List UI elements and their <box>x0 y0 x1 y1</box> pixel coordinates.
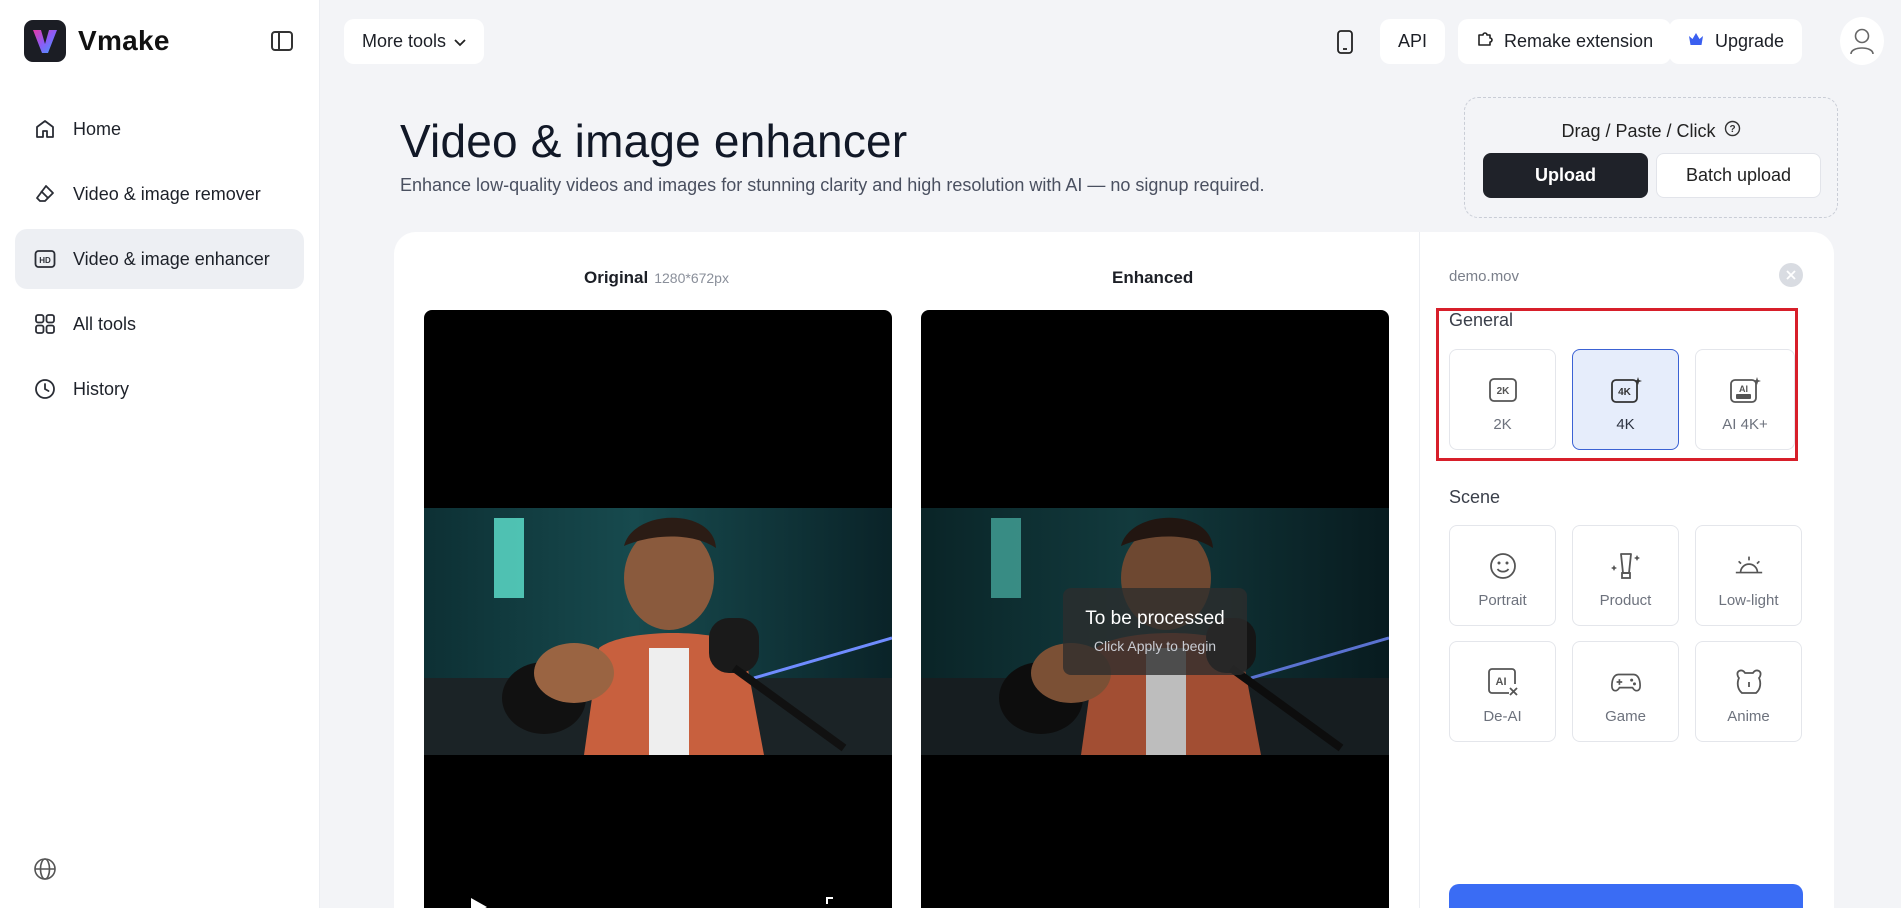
sidebar: Vmake Home Video & image remover HD Vide… <box>0 0 320 908</box>
drag-label-text: Drag / Paste / Click <box>1561 120 1716 141</box>
enhanced-video-preview: To be processed Click Apply to begin <box>921 310 1389 908</box>
svg-text:AI: AI <box>1739 384 1748 394</box>
product-icon <box>1610 550 1642 582</box>
svg-text:?: ? <box>1729 124 1735 135</box>
sidebar-item-label: Home <box>73 118 122 139</box>
scene-anime[interactable]: Anime <box>1695 641 1802 742</box>
de-ai-icon: AI <box>1487 666 1519 698</box>
more-tools-dropdown[interactable]: More tools <box>344 19 485 64</box>
mobile-phone-icon[interactable] <box>1336 29 1360 55</box>
batch-upload-button[interactable]: Batch upload <box>1656 153 1821 198</box>
file-name: demo.mov <box>1449 268 1520 285</box>
user-avatar[interactable] <box>1840 17 1884 65</box>
close-file-button[interactable] <box>1779 263 1803 287</box>
svg-text:4K: 4K <box>1618 387 1632 398</box>
processing-title: To be processed <box>1085 608 1225 629</box>
scene-game[interactable]: Game <box>1572 641 1679 742</box>
crown-icon <box>1687 31 1705 52</box>
remake-extension-label: Remake extension <box>1504 31 1654 51</box>
general-section-label: General <box>1449 310 1514 330</box>
option-label: Game <box>1605 708 1646 725</box>
sidebar-nav: Home Video & image remover HD Video & im… <box>15 99 304 424</box>
svg-text:AI: AI <box>1495 676 1506 688</box>
option-label: Low-light <box>1718 592 1779 609</box>
option-label: 2K <box>1493 416 1512 433</box>
clock-icon <box>33 377 57 401</box>
option-label: 4K <box>1616 416 1635 433</box>
scene-product[interactable]: Product <box>1572 525 1679 626</box>
sidebar-item-label: Video & image remover <box>73 183 261 204</box>
sidebar-item-label: All tools <box>73 313 137 334</box>
panel-divider <box>1419 232 1420 908</box>
chevron-down-icon <box>454 31 466 52</box>
language-globe-icon[interactable] <box>33 857 57 881</box>
more-tools-label: More tools <box>362 31 447 51</box>
close-icon <box>1786 270 1796 280</box>
scene-low-light[interactable]: Low-light <box>1695 525 1802 626</box>
4k-icon: 4K <box>1610 374 1642 406</box>
eraser-icon <box>33 182 57 206</box>
original-title: Original 1280*672px <box>584 268 729 288</box>
apply-button[interactable] <box>1449 884 1803 908</box>
svg-text:HD: HD <box>39 256 51 265</box>
option-2k[interactable]: 2K 2K <box>1449 349 1556 450</box>
smiley-icon <box>1487 550 1519 582</box>
fullscreen-icon[interactable] <box>824 895 846 908</box>
grid-icon <box>33 312 57 336</box>
sunrise-icon <box>1733 550 1765 582</box>
sidebar-item-enhancer[interactable]: HD Video & image enhancer <box>15 229 304 289</box>
logo[interactable]: Vmake <box>24 20 170 62</box>
option-label: Portrait <box>1478 592 1527 609</box>
processing-overlay: To be processed Click Apply to begin <box>1063 588 1247 675</box>
top-bar: More tools API Remake extension Upgrade <box>320 0 1901 84</box>
original-dimensions: 1280*672px <box>654 270 729 286</box>
help-icon[interactable]: ? <box>1724 120 1741 142</box>
option-4k[interactable]: 4K 4K <box>1572 349 1679 450</box>
app-name: Vmake <box>78 25 170 56</box>
option-ai-4k-plus[interactable]: AI AI 4K+ <box>1695 349 1795 450</box>
gamepad-icon <box>1610 666 1642 698</box>
sidebar-item-remover[interactable]: Video & image remover <box>15 164 304 224</box>
svg-text:2K: 2K <box>1496 386 1510 397</box>
remake-extension-button[interactable]: Remake extension <box>1458 19 1672 64</box>
option-label: Product <box>1599 592 1652 609</box>
scene-portrait[interactable]: Portrait <box>1449 525 1556 626</box>
page-title: Video & image enhancer <box>400 115 908 167</box>
processing-subtitle: Click Apply to begin <box>1093 638 1217 654</box>
puzzle-icon <box>1476 30 1494 53</box>
sidebar-item-label: Video & image enhancer <box>73 248 270 269</box>
ai-ultra-icon: AI <box>1729 374 1761 406</box>
home-icon <box>33 117 57 141</box>
upgrade-label: Upgrade <box>1715 31 1785 51</box>
drag-label: Drag / Paste / Click ? <box>1465 120 1837 142</box>
sidebar-item-home[interactable]: Home <box>15 99 304 159</box>
scene-de-ai[interactable]: AI De-AI <box>1449 641 1556 742</box>
api-button[interactable]: API <box>1380 19 1446 64</box>
sidebar-item-all-tools[interactable]: All tools <box>15 294 304 354</box>
upload-button[interactable]: Upload <box>1483 153 1648 198</box>
original-label: Original <box>584 268 649 287</box>
user-icon <box>1850 28 1874 55</box>
enhanced-title: Enhanced <box>1112 268 1194 287</box>
original-video-player[interactable] <box>424 310 892 908</box>
play-icon[interactable] <box>466 895 490 908</box>
original-video-frame <box>424 508 892 755</box>
option-label: Anime <box>1727 708 1770 725</box>
2k-icon: 2K <box>1487 374 1519 406</box>
option-label: De-AI <box>1483 708 1522 725</box>
sidebar-item-label: History <box>73 378 130 399</box>
page-subtitle: Enhance low-quality videos and images fo… <box>400 175 1265 195</box>
api-label: API <box>1398 31 1428 51</box>
sidebar-item-history[interactable]: History <box>15 359 304 419</box>
scene-section-label: Scene <box>1449 487 1501 507</box>
upload-dropzone[interactable]: Drag / Paste / Click ? Upload Batch uplo… <box>1464 97 1838 218</box>
bear-icon <box>1733 666 1765 698</box>
hd-icon: HD <box>33 247 57 271</box>
vmake-logo-icon <box>24 20 66 62</box>
enhancer-card: Original 1280*672px Enhanced To be proce… <box>394 232 1834 908</box>
option-label: AI 4K+ <box>1722 416 1768 433</box>
upgrade-button[interactable]: Upgrade <box>1669 19 1803 64</box>
sidebar-toggle-icon[interactable] <box>270 30 294 52</box>
